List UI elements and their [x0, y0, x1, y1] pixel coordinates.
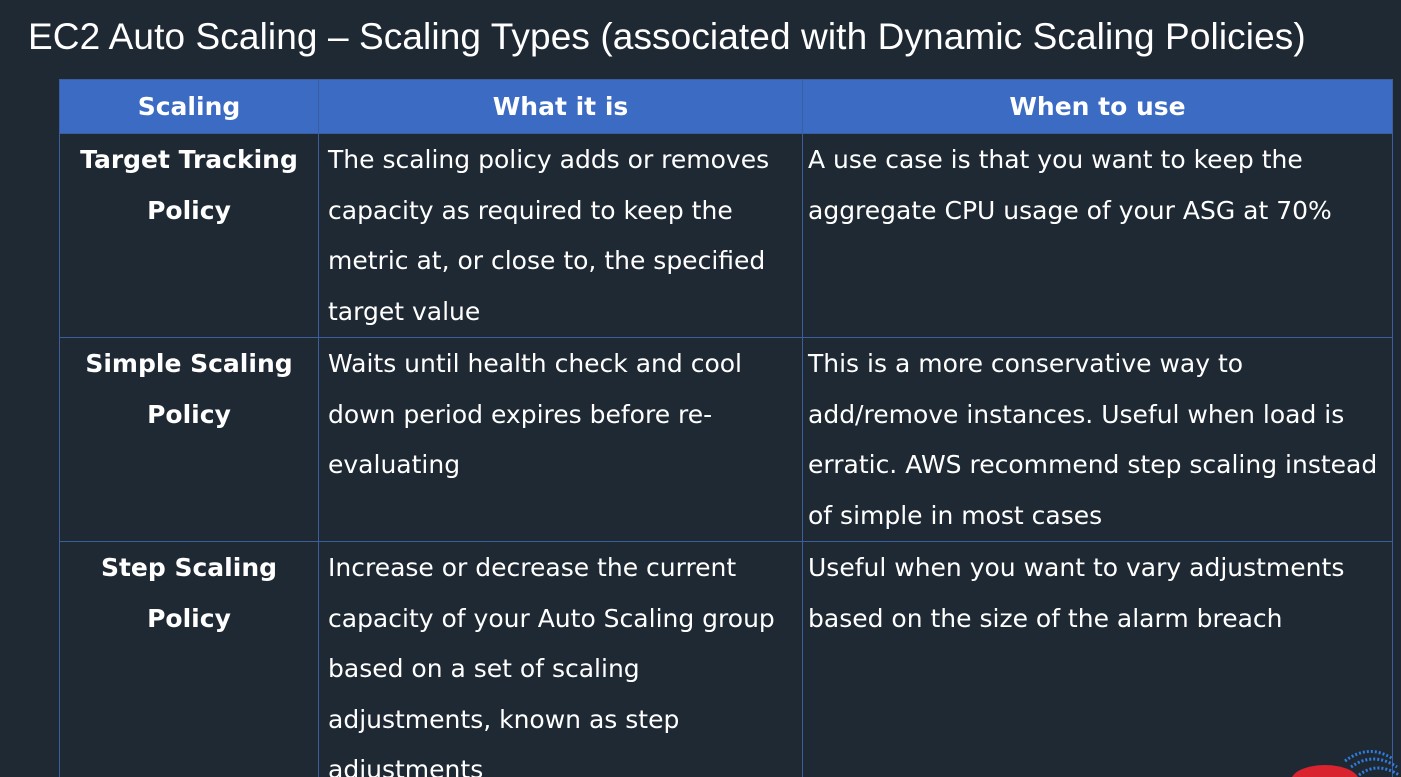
column-header-when-to-use: When to use: [802, 79, 1393, 134]
when-to-use-text: Useful when you want to vary adjustments…: [808, 553, 1345, 633]
scaling-types-table: Scaling What it is When to use Target Tr…: [59, 79, 1393, 777]
scaling-name: Step Scaling Policy: [100, 553, 278, 633]
when-to-use-cell: This is a more conservative way to add/r…: [802, 337, 1393, 542]
table-row: Simple Scaling Policy Waits until health…: [59, 337, 1393, 542]
slide-title: EC2 Auto Scaling – Scaling Types (associ…: [28, 16, 1306, 57]
corner-logo-icon: [1281, 737, 1401, 777]
what-it-is-text: Increase or decrease the current capacit…: [328, 553, 775, 777]
when-to-use-cell: A use case is that you want to keep the …: [802, 133, 1393, 338]
what-it-is-cell: Waits until health check and cool down p…: [318, 337, 803, 542]
logo-graphic: [1292, 750, 1400, 777]
table-header-row: Scaling What it is When to use: [59, 79, 1393, 134]
what-it-is-text: Waits until health check and cool down p…: [328, 349, 742, 479]
what-it-is-cell: The scaling policy adds or removes capac…: [318, 133, 803, 338]
column-header-scaling: Scaling: [59, 79, 319, 134]
scaling-cell: Step Scaling Policy: [59, 541, 319, 777]
table-row: Step Scaling Policy Increase or decrease…: [59, 541, 1393, 777]
scaling-name: Simple Scaling Policy: [85, 349, 293, 429]
when-to-use-text: This is a more conservative way to add/r…: [808, 349, 1378, 530]
scaling-cell: Target Tracking Policy: [59, 133, 319, 338]
scaling-cell: Simple Scaling Policy: [59, 337, 319, 542]
column-header-what-it-is: What it is: [318, 79, 803, 134]
table-row: Target Tracking Policy The scaling polic…: [59, 133, 1393, 338]
scaling-name: Target Tracking Policy: [80, 145, 298, 225]
when-to-use-text: A use case is that you want to keep the …: [808, 145, 1332, 225]
what-it-is-text: The scaling policy adds or removes capac…: [328, 145, 770, 326]
what-it-is-cell: Increase or decrease the current capacit…: [318, 541, 803, 777]
